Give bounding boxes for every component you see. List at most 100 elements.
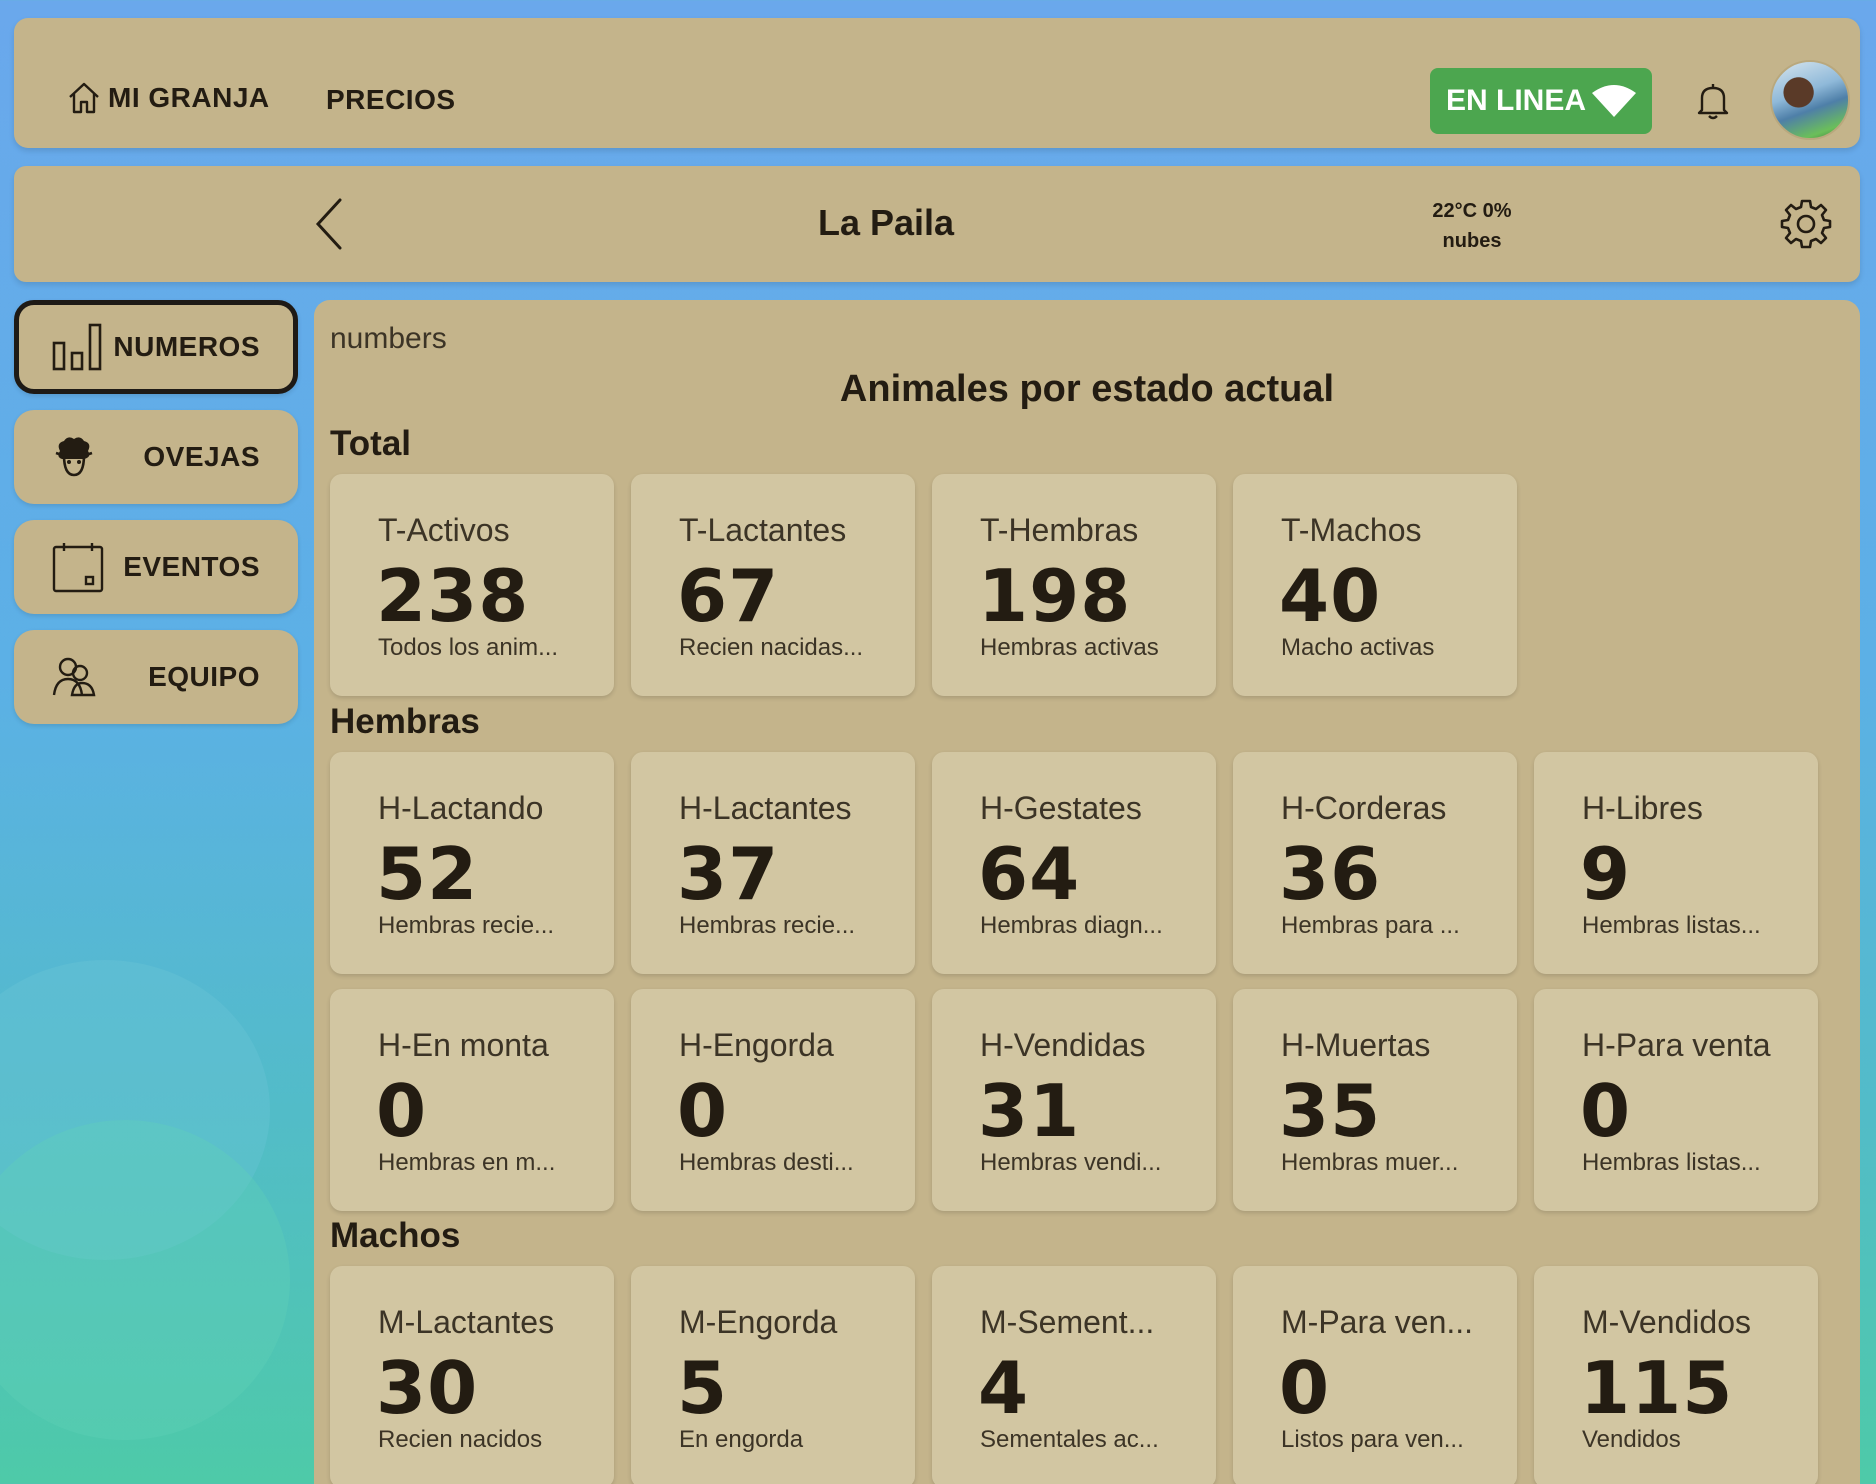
stat-card-value: 52	[376, 832, 479, 916]
stat-card-description: Macho activas	[1281, 634, 1435, 661]
stat-card-title: M-Lactantes	[378, 1304, 555, 1340]
top-navbar: MI GRANJA PRECIOS EN LINEA	[14, 18, 1860, 148]
stat-card[interactable]: M-Lactantes 30 Recien nacidos	[330, 1266, 614, 1484]
sidebar-item-label: EVENTOS	[123, 551, 260, 582]
stat-card[interactable]: M-Engorda 5 En engorda	[631, 1266, 915, 1484]
sheep-icon	[55, 437, 93, 477]
stat-card-title: H-Corderas	[1281, 790, 1447, 826]
sidebar-item-equipo[interactable]: EQUIPO	[14, 630, 298, 724]
stat-card-value: 115	[1580, 1346, 1734, 1430]
stat-card-description: Hembras vendi...	[980, 1149, 1162, 1176]
home-icon	[69, 82, 99, 114]
stat-card-title: H-Vendidas	[980, 1027, 1146, 1063]
stat-card-description: Hembras recie...	[378, 912, 555, 939]
stat-card-description: Hembras desti...	[679, 1149, 854, 1176]
stat-card[interactable]: M-Sement... 4 Sementales ac...	[932, 1266, 1216, 1484]
stat-card-value: 0	[376, 1069, 428, 1153]
section-title-hembras: Hembras	[330, 702, 480, 741]
bar-chart-icon	[52, 323, 102, 371]
stat-card-title: H-Libres	[1582, 790, 1703, 826]
stat-card-description: Listos para ven...	[1281, 1426, 1464, 1453]
stat-card-value: 0	[1580, 1069, 1632, 1153]
stat-card[interactable]: H-Corderas 36 Hembras para ...	[1233, 752, 1517, 974]
sidebar-item-label: NUMEROS	[113, 331, 260, 362]
stat-card-description: Hembras listas...	[1582, 1149, 1761, 1176]
stat-card-title: H-Lactantes	[679, 790, 852, 826]
sidebar-item-numeros[interactable]: NUMEROS	[14, 300, 298, 394]
user-avatar[interactable]	[1770, 60, 1850, 140]
stat-card-description: Hembras para ...	[1281, 912, 1460, 939]
stat-card-title: M-Vendidos	[1582, 1304, 1751, 1340]
breadcrumb: numbers	[330, 322, 447, 355]
stat-card-description: Sementales ac...	[980, 1426, 1159, 1453]
stat-card-description: Recien nacidos	[378, 1426, 543, 1453]
stat-card[interactable]: T-Activos 238 Todos los anim...	[330, 474, 614, 696]
stat-card-value: 67	[677, 554, 780, 638]
sidebar-item-ovejas[interactable]: OVEJAS	[14, 410, 298, 504]
stat-card-title: H-Para venta	[1582, 1027, 1771, 1063]
sidebar-item-label: EQUIPO	[148, 661, 260, 692]
stat-card-value: 5	[677, 1346, 729, 1430]
stat-card-description: Todos los anim...	[378, 634, 559, 661]
nav-prices-link[interactable]: PRECIOS	[326, 84, 456, 116]
stat-card-description: Hembras diagn...	[980, 912, 1163, 939]
stat-card-title: H-En monta	[378, 1027, 549, 1063]
stat-card[interactable]: M-Vendidos 115 Vendidos	[1534, 1266, 1818, 1484]
stat-card[interactable]: H-Lactantes 37 Hembras recie...	[631, 752, 915, 974]
stat-card-description: Hembras en m...	[378, 1149, 556, 1176]
main-panel: numbers Animales por estado actual Total…	[314, 300, 1860, 1484]
stat-card[interactable]: H-Para venta 0 Hembras listas...	[1534, 989, 1818, 1211]
stat-card-value: 35	[1279, 1069, 1382, 1153]
weather-temp: 22°C 0%	[1432, 200, 1512, 222]
stat-card[interactable]: H-Lactando 52 Hembras recie...	[330, 752, 614, 974]
stat-card-description: Hembras activas	[980, 634, 1159, 661]
online-status-label: EN LINEA	[1446, 84, 1587, 117]
stat-card-value: 4	[978, 1346, 1030, 1430]
stat-card[interactable]: T-Lactantes 67 Recien nacidas...	[631, 474, 915, 696]
stat-card[interactable]: H-Gestates 64 Hembras diagn...	[932, 752, 1216, 974]
stat-card[interactable]: M-Para ven... 0 Listos para ven...	[1233, 1266, 1517, 1484]
stat-card[interactable]: H-Engorda 0 Hembras desti...	[631, 989, 915, 1211]
stat-card-title: H-Gestates	[980, 790, 1142, 826]
stat-card-title: M-Para ven...	[1281, 1304, 1474, 1340]
stat-card[interactable]: H-Muertas 35 Hembras muer...	[1233, 989, 1517, 1211]
stat-card-title: M-Engorda	[679, 1304, 838, 1340]
sidebar-item-eventos[interactable]: EVENTOS	[14, 520, 298, 614]
bell-icon[interactable]	[1696, 82, 1730, 120]
team-icon	[52, 657, 96, 697]
section-title-total: Total	[330, 424, 412, 463]
stat-card-description: Hembras muer...	[1281, 1149, 1459, 1176]
stat-card-description: Hembras listas...	[1582, 912, 1761, 939]
stat-card-description: Recien nacidas...	[679, 634, 864, 661]
stat-card-value: 30	[376, 1346, 479, 1430]
stat-card-value: 37	[677, 832, 780, 916]
stat-card-value: 0	[1279, 1346, 1331, 1430]
stat-card-title: M-Sement...	[980, 1304, 1155, 1340]
stat-card-description: Hembras recie...	[679, 912, 856, 939]
nav-home-link[interactable]: MI GRANJA	[66, 80, 270, 116]
gear-icon[interactable]	[1780, 198, 1832, 250]
stat-card-value: 64	[978, 832, 1081, 916]
weather-condition: nubes	[1442, 230, 1502, 252]
farm-header: La Paila 22°C 0% nubes	[14, 166, 1860, 282]
stat-card-value: 36	[1279, 832, 1382, 916]
stat-card-value: 198	[978, 554, 1132, 638]
section-title-machos: Machos	[330, 1216, 461, 1255]
stat-card-description: En engorda	[679, 1426, 804, 1453]
stat-card-title: T-Machos	[1281, 512, 1422, 548]
nav-home-label: MI GRANJA	[108, 82, 270, 113]
stat-card-title: H-Muertas	[1281, 1027, 1431, 1063]
online-status-button[interactable]: EN LINEA	[1430, 68, 1652, 134]
stat-card[interactable]: T-Machos 40 Macho activas	[1233, 474, 1517, 696]
stat-card[interactable]: T-Hembras 198 Hembras activas	[932, 474, 1216, 696]
stat-card-title: H-Lactando	[378, 790, 544, 826]
stat-card[interactable]: H-Vendidas 31 Hembras vendi...	[932, 989, 1216, 1211]
page-title: Animales por estado actual	[839, 368, 1335, 410]
stat-card-title: H-Engorda	[679, 1027, 834, 1063]
stat-card[interactable]: H-En monta 0 Hembras en m...	[330, 989, 614, 1211]
sidebar-item-label: OVEJAS	[143, 441, 260, 472]
wifi-icon	[1592, 85, 1637, 117]
stat-card-title: T-Lactantes	[679, 512, 847, 548]
stat-card[interactable]: H-Libres 9 Hembras listas...	[1534, 752, 1818, 974]
stat-card-value: 238	[376, 554, 530, 638]
